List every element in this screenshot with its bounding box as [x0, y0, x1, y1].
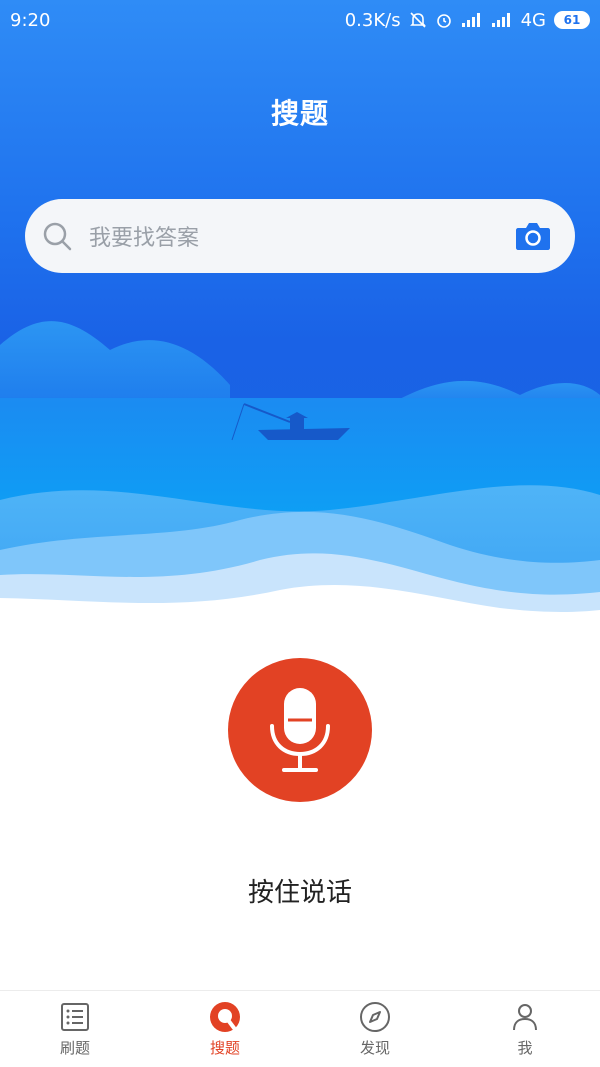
hold-to-speak-label: 按住说话	[247, 878, 352, 908]
tab-label: 搜题	[209, 1038, 240, 1057]
voice-record-button[interactable]	[228, 658, 372, 802]
person-icon	[513, 1003, 537, 1030]
camera-icon[interactable]	[515, 221, 551, 251]
signal-icon	[461, 12, 483, 28]
status-time: 9:20	[10, 9, 51, 31]
tab-label: 刷题	[59, 1038, 90, 1057]
search-bar[interactable]: 我要找答案	[25, 199, 575, 273]
compass-icon	[360, 1001, 390, 1032]
alarm-icon	[435, 11, 453, 29]
signal-hd-icon	[491, 12, 513, 28]
bottom-tab-bar: 刷题 搜题 发现 我	[0, 990, 600, 1067]
search-placeholder[interactable]: 我要找答案	[89, 220, 515, 252]
status-bar: 9:20 0.3K/s 4G 61	[0, 0, 600, 40]
hero-banner: 9:20 0.3K/s 4G 61 搜题 我要找答案	[0, 0, 600, 620]
battery-icon: 61	[554, 11, 590, 29]
mute-bell-icon	[409, 11, 427, 29]
microphone-icon	[270, 688, 330, 772]
tab-me[interactable]: 我	[450, 991, 600, 1067]
network-speed: 0.3K/s	[344, 9, 401, 31]
tab-practice[interactable]: 刷题	[0, 991, 150, 1067]
network-type: 4G	[520, 9, 546, 31]
search-icon	[43, 222, 72, 251]
list-icon	[61, 1002, 89, 1031]
screen: 9:20 0.3K/s 4G 61 搜题 我要找答案 按住说话 刷题 搜题 发现…	[0, 0, 600, 1067]
tab-label: 我	[517, 1038, 533, 1057]
page-title: 搜题	[270, 97, 329, 130]
tab-discover[interactable]: 发现	[300, 991, 450, 1067]
tab-search[interactable]: 搜题	[150, 991, 300, 1067]
tab-label: 发现	[359, 1038, 390, 1057]
search-q-icon	[210, 1001, 240, 1032]
